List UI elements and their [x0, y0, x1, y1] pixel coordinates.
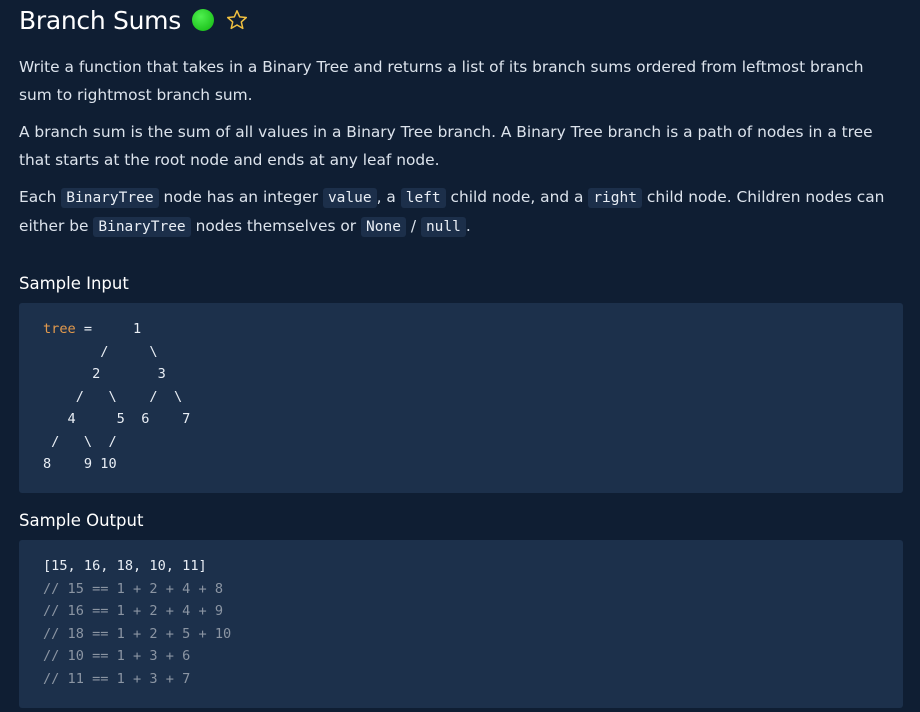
text-fragment: nodes themselves or: [190, 216, 362, 235]
sample-input-code-block: tree = 1 / \ 2 3 / \ / \ 4 5 6 7 / \ / 8…: [19, 303, 903, 493]
output-comment: // 15 == 1 + 2 + 4 + 8: [43, 580, 224, 597]
sample-output-code-block: [15, 16, 18, 10, 11] // 15 == 1 + 2 + 4 …: [19, 540, 903, 708]
description-paragraph-2: A branch sum is the sum of all values in…: [19, 123, 873, 169]
text-fragment: Each: [19, 188, 62, 206]
inline-code-right: right: [588, 188, 642, 208]
text-fragment: child node, and a: [445, 188, 589, 206]
inline-code-value: value: [322, 188, 377, 208]
output-result: [15, 16, 18, 10, 11]: [43, 558, 207, 574]
text-fragment: .: [465, 216, 471, 235]
text-fragment: , a: [376, 188, 401, 206]
output-comment: // 16 == 1 + 2 + 4 + 9: [43, 603, 224, 619]
inline-code-none: None: [361, 216, 406, 237]
text-fragment: node has an integer: [158, 188, 323, 206]
variable-name: tree: [43, 321, 76, 337]
sample-output-code: [15, 16, 18, 10, 11] // 15 == 1 + 2 + 4 …: [43, 555, 231, 690]
output-comment: // 18 == 1 + 2 + 5 + 10: [43, 625, 232, 642]
sample-output-heading: Sample Output: [19, 511, 144, 530]
star-icon[interactable]: [225, 8, 249, 32]
sample-input-heading: Sample Input: [19, 274, 129, 293]
tree-diagram-text: = 1 / \ 2 3 / \ / \ 4 5 6 7 / \ / 8 9 10: [43, 321, 191, 472]
inline-code-binarytree-2: BinaryTree: [93, 216, 191, 237]
output-comment: // 11 == 1 + 3 + 7: [43, 670, 191, 687]
inline-code-binarytree: BinaryTree: [61, 188, 159, 208]
inline-code-left: left: [400, 188, 446, 208]
output-comment: // 10 == 1 + 3 + 6: [43, 648, 191, 664]
title-row: Branch Sums: [19, 4, 249, 36]
difficulty-dot-icon: [191, 9, 214, 31]
description-paragraph-3: Each BinaryTree node has an integer valu…: [19, 184, 899, 241]
description-paragraph-1: Write a function that takes in a Binary …: [19, 58, 864, 104]
problem-title: Branch Sums: [19, 5, 181, 35]
inline-code-null: null: [420, 216, 466, 237]
sample-input-code: tree = 1 / \ 2 3 / \ / \ 4 5 6 7 / \ / 8…: [43, 318, 190, 476]
text-fragment: /: [405, 216, 421, 235]
